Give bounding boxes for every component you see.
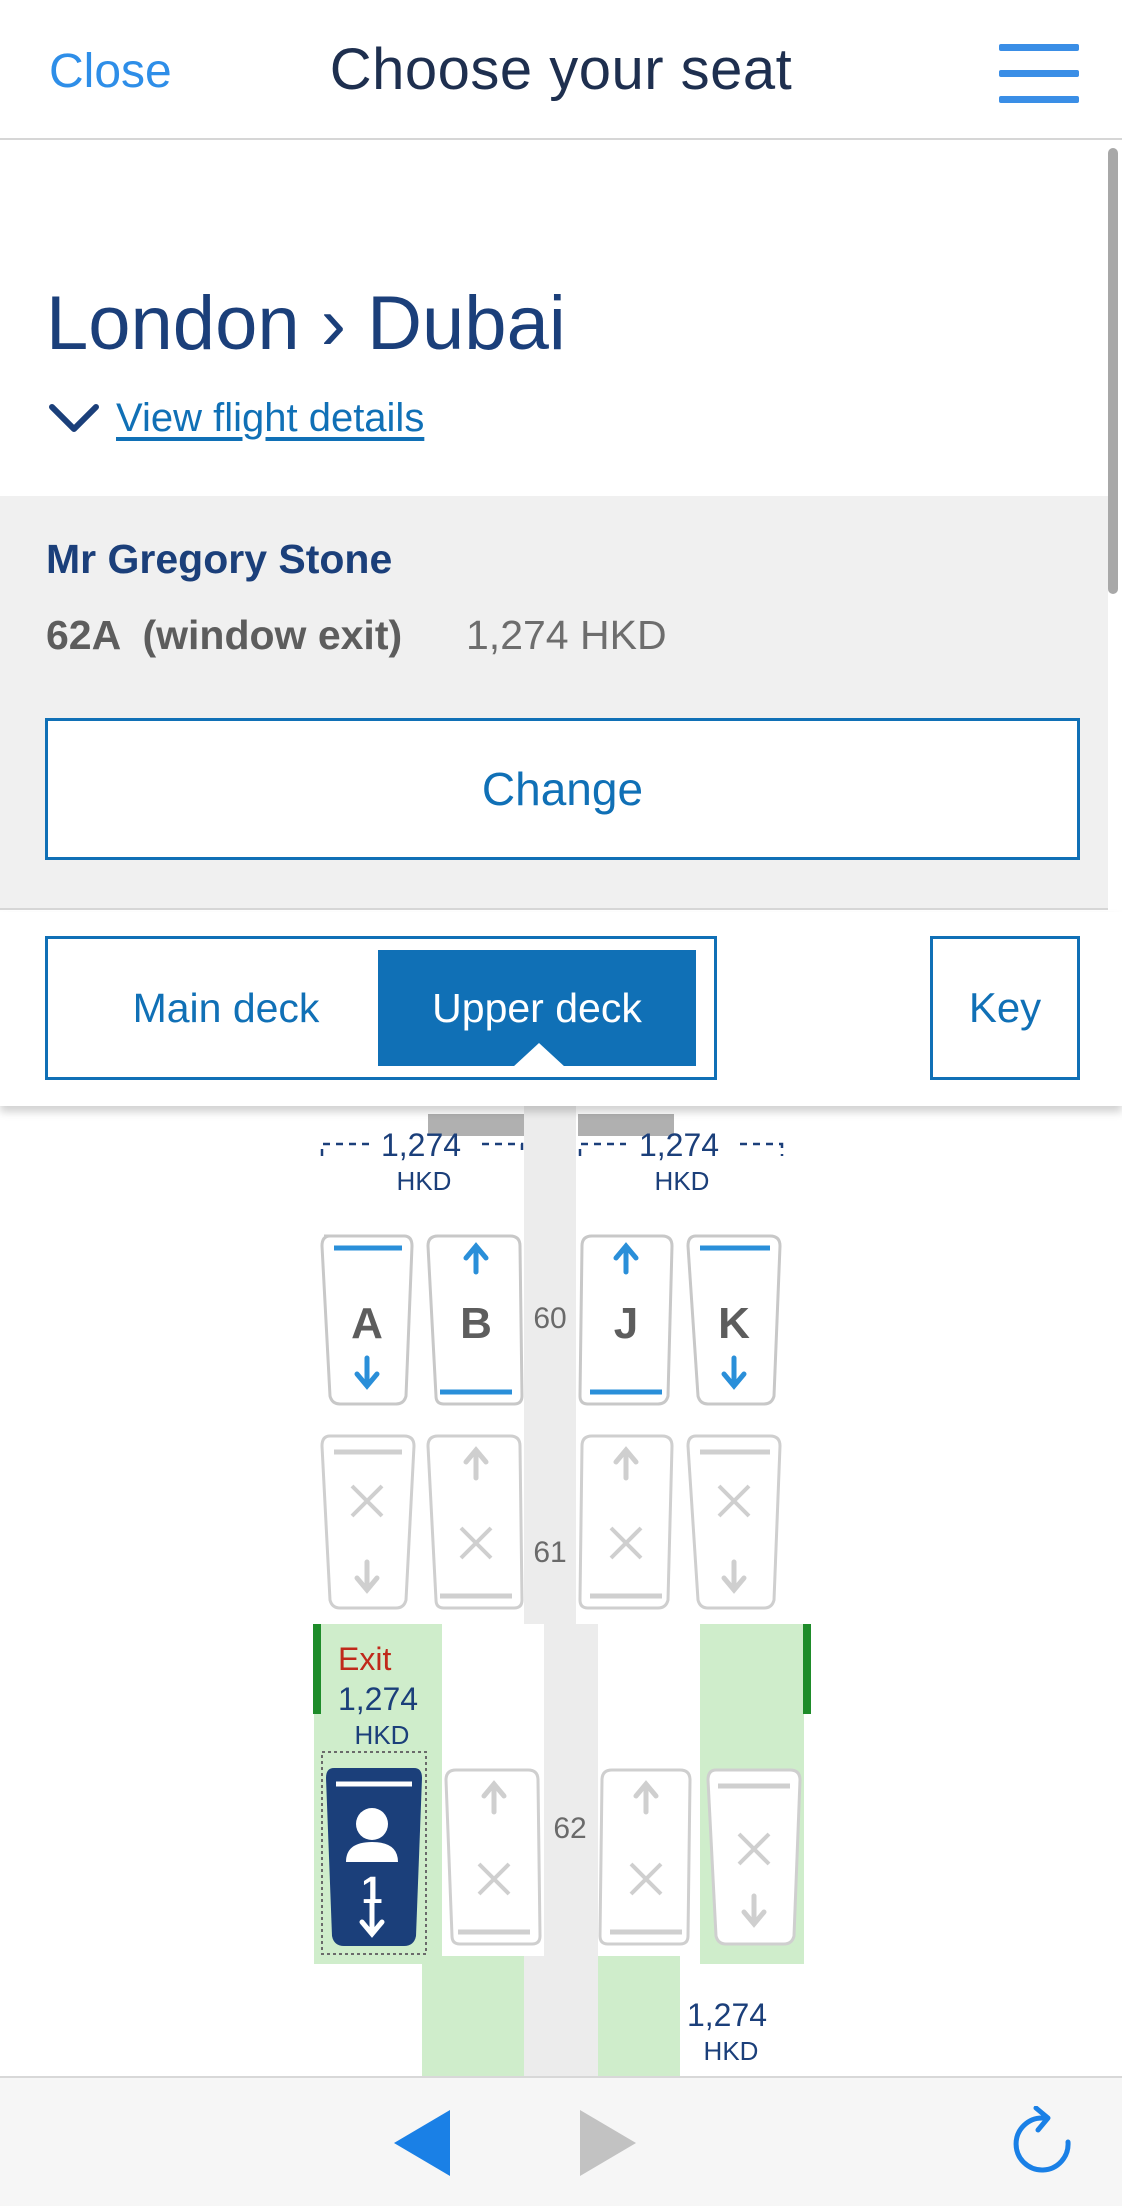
back-arrow-icon[interactable] (392, 2108, 452, 2178)
bottom-price-amount: 1,274 (687, 1997, 767, 2033)
deck-selector-bar: Main deck Upper deck Key (0, 912, 1122, 1106)
passenger-seat: 62A (window exit) (46, 612, 403, 658)
main-deck-label: Main deck (132, 984, 320, 1031)
seat-62J[interactable] (598, 1768, 692, 1946)
change-seat-button[interactable]: Change (45, 718, 1080, 860)
reload-icon[interactable] (1010, 2106, 1076, 2180)
browser-toolbar (0, 2076, 1122, 2206)
tab-main-deck[interactable]: Main deck (56, 950, 396, 1066)
seat-61A[interactable] (320, 1434, 416, 1610)
exit-price-currency: HKD (355, 1720, 410, 1750)
seat-62K[interactable] (706, 1768, 802, 1946)
seat-60B[interactable]: B (426, 1234, 524, 1406)
passenger-panel: Mr Gregory Stone 62A (window exit) 1,274… (0, 496, 1108, 910)
top-navigation-bar: Close Choose your seat (0, 0, 1122, 140)
chevron-down-icon (49, 403, 99, 432)
seat-60A[interactable]: A (320, 1234, 414, 1406)
seat-60K[interactable]: K (686, 1234, 782, 1406)
view-flight-details-link[interactable]: View flight details (46, 396, 424, 441)
price-left-currency: HKD (397, 1166, 452, 1196)
route-title: London › Dubai (46, 281, 566, 366)
upper-deck-label: Upper deck (432, 984, 642, 1031)
exit-label: Exit (338, 1641, 391, 1677)
key-button[interactable]: Key (930, 936, 1080, 1080)
seat-61B[interactable] (426, 1434, 524, 1610)
row-number-61: 61 (533, 1536, 566, 1569)
hamburger-menu-icon[interactable] (999, 44, 1079, 104)
selected-notch (513, 1043, 565, 1067)
seat-map: 1,274 HKD 1,274 HKD A B 60 J K 61 Exit 1… (0, 1106, 1122, 2076)
exit-marker-left (313, 1624, 321, 1714)
page-title: Choose your seat (329, 37, 793, 102)
price-group-left: 1,274 HKD (320, 1127, 524, 1196)
exit-zone-lower-left (422, 1956, 524, 2076)
tab-upper-deck[interactable]: Upper deck (378, 950, 696, 1067)
deck-toggle: Main deck Upper deck (45, 936, 717, 1080)
seat-letter: A (351, 1299, 383, 1348)
passenger-name: Mr Gregory Stone (46, 536, 393, 582)
passenger-seat-price: 1,274 HKD (466, 612, 667, 658)
seat-map-canvas: 1,274 HKD 1,274 HKD A B 60 J K 61 Exit 1… (313, 1106, 811, 2076)
seat-letter: J (614, 1299, 638, 1348)
price-right-currency: HKD (655, 1166, 710, 1196)
scrollbar[interactable] (1108, 148, 1118, 594)
seat-62A[interactable]: 1 (321, 1751, 427, 1955)
seat-61K[interactable] (686, 1434, 782, 1610)
exit-marker-right (803, 1624, 811, 1714)
row-number-60: 60 (533, 1302, 566, 1335)
exit-price-amount: 1,274 (338, 1681, 418, 1717)
forward-arrow-icon[interactable] (578, 2108, 638, 2178)
view-flight-details-label[interactable]: View flight details (116, 396, 424, 441)
seat-62B[interactable] (444, 1768, 542, 1946)
seat-61J[interactable] (578, 1434, 674, 1610)
seat-60J[interactable]: J (578, 1234, 674, 1406)
price-left-amount: 1,274 (381, 1127, 461, 1163)
price-group-right: 1,274 HKD (578, 1127, 784, 1196)
seat-letter: K (718, 1299, 750, 1348)
seat-letter: B (460, 1299, 492, 1348)
price-right-amount: 1,274 (639, 1127, 719, 1163)
bottom-price-currency: HKD (704, 2036, 759, 2066)
row-number-62: 62 (553, 1812, 586, 1845)
